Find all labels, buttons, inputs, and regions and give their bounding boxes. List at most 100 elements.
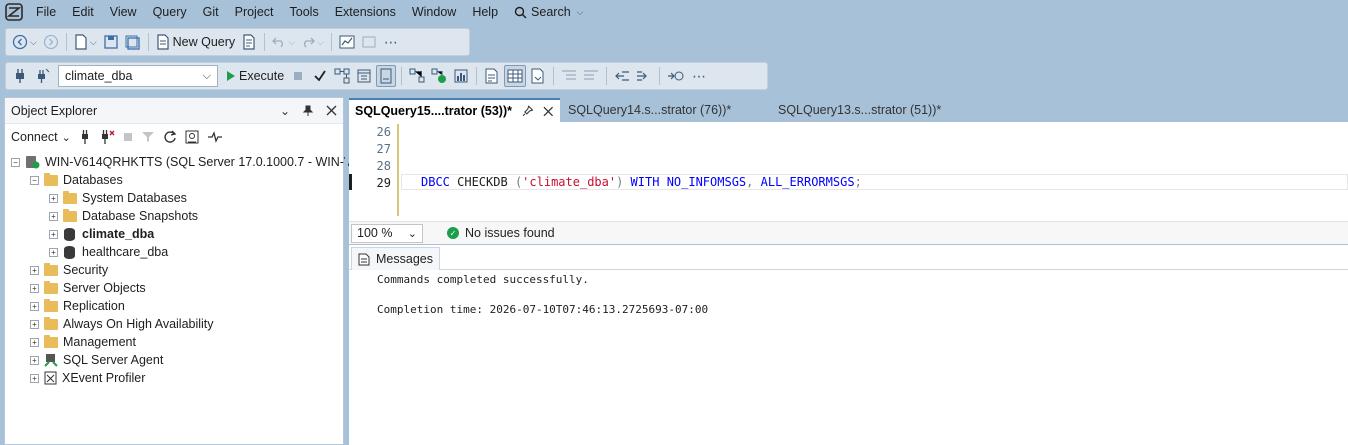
expand-icon[interactable]: + xyxy=(49,193,58,203)
close-icon[interactable] xyxy=(543,106,554,117)
display-plan-button[interactable] xyxy=(332,65,352,87)
connect-button[interactable] xyxy=(10,65,30,87)
checkmark-icon xyxy=(314,70,326,82)
expand-icon[interactable]: + xyxy=(30,265,39,275)
chevron-down-icon[interactable]: ⌄ xyxy=(280,104,290,118)
tree-node-databases[interactable]: − Databases xyxy=(30,171,123,189)
results-to-grid-button[interactable] xyxy=(504,65,527,87)
query-options-button[interactable] xyxy=(239,31,259,53)
tree-node-system-databases[interactable]: + System Databases xyxy=(49,189,187,207)
panel-splitter[interactable] xyxy=(345,97,348,445)
tab-sqlquery13[interactable]: SQLQuery13.s...strator (51))* xyxy=(770,98,980,122)
change-connection-button[interactable] xyxy=(32,65,52,87)
results-to-text-button[interactable] xyxy=(482,65,502,87)
specify-template-values-button[interactable] xyxy=(665,65,687,87)
results-to-file-button[interactable] xyxy=(528,65,548,87)
include-plan-button[interactable] xyxy=(407,65,427,87)
toolbar2-more-button[interactable]: ⋯ xyxy=(689,65,709,87)
expand-icon[interactable]: + xyxy=(30,319,39,329)
summary-icon[interactable] xyxy=(185,130,199,144)
issues-indicator[interactable]: ✓ No issues found xyxy=(447,226,555,240)
refresh-icon[interactable] xyxy=(163,130,177,144)
menu-edit[interactable]: Edit xyxy=(64,0,102,24)
filter-icon[interactable] xyxy=(141,131,155,143)
menu-query[interactable]: Query xyxy=(145,0,195,24)
toolbar-separator xyxy=(476,67,478,85)
tab-label: SQLQuery14.s...strator (76))* xyxy=(568,103,732,117)
toolbar1-more-button[interactable]: ⋯ xyxy=(381,31,401,53)
tab-sqlquery14[interactable]: SQLQuery14.s...strator (76))* xyxy=(560,98,770,122)
comment-icon xyxy=(562,70,577,80)
menu-help[interactable]: Help xyxy=(464,0,506,24)
query-designer-button[interactable] xyxy=(354,65,374,87)
tab-messages[interactable]: Messages xyxy=(351,247,440,270)
menu-tools[interactable]: Tools xyxy=(282,0,327,24)
expand-icon[interactable]: + xyxy=(49,211,58,221)
tree-node-sql-server-agent[interactable]: + SQL Server Agent xyxy=(30,351,163,369)
menu-project[interactable]: Project xyxy=(227,0,282,24)
uncomment-button[interactable] xyxy=(581,65,601,87)
disconnect-icon[interactable] xyxy=(99,130,115,144)
decrease-indent-button[interactable] xyxy=(612,65,632,87)
client-statistics-button[interactable] xyxy=(451,65,471,87)
menu-git[interactable]: Git xyxy=(195,0,227,24)
menu-window[interactable]: Window xyxy=(404,0,464,24)
ssms-logo-icon[interactable] xyxy=(0,0,28,24)
tree-node-security[interactable]: + Security xyxy=(30,261,108,279)
menu-extensions[interactable]: Extensions xyxy=(327,0,404,24)
code-string: 'climate_dba' xyxy=(522,175,617,189)
undo-button[interactable]: ⌵ xyxy=(270,31,297,53)
zoom-value: 100 % xyxy=(357,226,393,240)
collapse-icon[interactable]: − xyxy=(11,157,20,167)
new-project-button[interactable]: ⌵ xyxy=(72,31,99,53)
live-statistics-button[interactable] xyxy=(429,65,449,87)
tree-node-always-on[interactable]: + Always On High Availability xyxy=(30,315,214,333)
collapse-icon[interactable]: − xyxy=(30,175,39,185)
tree-node-xevent-profiler[interactable]: + XEvent Profiler xyxy=(30,369,145,387)
tab-sqlquery15[interactable]: SQLQuery15....trator (53))* xyxy=(349,98,560,122)
uncomment-icon xyxy=(584,70,599,80)
pin-icon[interactable] xyxy=(302,105,314,117)
save-button[interactable] xyxy=(101,31,121,53)
zoom-selector[interactable]: 100 % ⌄ xyxy=(351,223,423,243)
expand-icon[interactable]: + xyxy=(49,247,58,257)
menu-file[interactable]: File xyxy=(28,0,64,24)
tree-node-replication[interactable]: + Replication xyxy=(30,297,125,315)
registered-servers-button[interactable] xyxy=(359,31,379,53)
cancel-query-button[interactable] xyxy=(288,65,308,87)
tree-node-database-snapshots[interactable]: + Database Snapshots xyxy=(49,207,198,225)
menu-view[interactable]: View xyxy=(102,0,145,24)
tree-node-management[interactable]: + Management xyxy=(30,333,136,351)
expand-icon[interactable]: + xyxy=(30,337,39,347)
parse-button[interactable] xyxy=(310,65,330,87)
tree-node-server[interactable]: − WIN-V614QRHKTTS (SQL Server 17.0.1000.… xyxy=(11,153,382,171)
tab-label: SQLQuery15....trator (53))* xyxy=(355,104,512,118)
search-menu[interactable]: Search ⌵ xyxy=(506,0,591,24)
save-all-button[interactable] xyxy=(123,31,143,53)
database-selector[interactable]: climate_dba ⌵ xyxy=(58,65,218,87)
query-editor[interactable]: 26 27 28 29 DBCC CHECKDB ('climate_dba')… xyxy=(349,122,1348,221)
redo-button[interactable]: ⌵ xyxy=(299,31,326,53)
stop-icon[interactable] xyxy=(123,132,133,142)
intellisense-button[interactable] xyxy=(376,65,397,87)
connect-plug-icon[interactable] xyxy=(79,130,91,144)
expand-icon[interactable]: + xyxy=(30,301,39,311)
expand-icon[interactable]: + xyxy=(30,355,39,365)
connect-dropdown[interactable]: Connect ⌄ xyxy=(9,130,71,144)
increase-indent-button[interactable] xyxy=(634,65,654,87)
close-icon[interactable] xyxy=(326,105,337,116)
expand-icon[interactable]: + xyxy=(30,373,39,383)
activity-monitor-button[interactable] xyxy=(337,31,357,53)
expand-icon[interactable]: + xyxy=(49,229,58,239)
pin-icon[interactable] xyxy=(522,105,534,117)
tree-node-healthcare-dba[interactable]: + healthcare_dba xyxy=(49,243,168,261)
activity-pulse-icon[interactable] xyxy=(207,131,223,143)
tree-node-climate-dba[interactable]: + climate_dba xyxy=(49,225,154,243)
tree-node-server-objects[interactable]: + Server Objects xyxy=(30,279,146,297)
back-button[interactable]: ⌵ xyxy=(10,31,39,53)
comment-out-button[interactable] xyxy=(559,65,579,87)
execute-button[interactable]: Execute xyxy=(224,65,286,87)
new-query-button[interactable]: New Query xyxy=(154,31,238,53)
forward-button[interactable] xyxy=(41,31,61,53)
expand-icon[interactable]: + xyxy=(30,283,39,293)
